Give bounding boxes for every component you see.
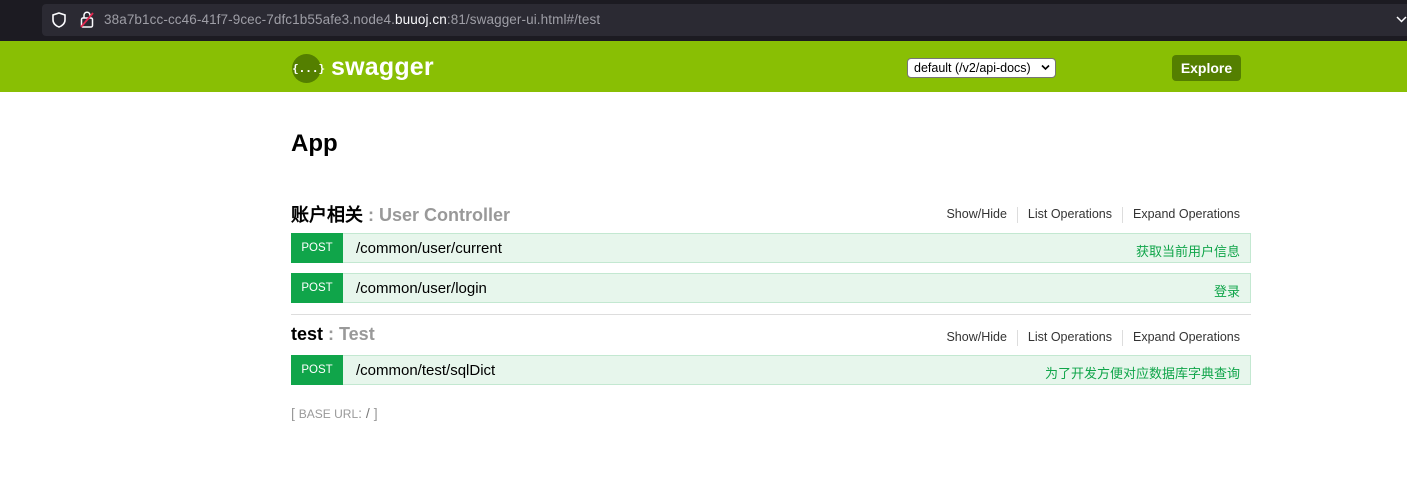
bracket-close: ] [369, 405, 378, 421]
show-hide-link[interactable]: Show/Hide [946, 207, 1006, 221]
operation-row[interactable]: POST /common/user/current 获取当前用户信息 [291, 233, 1251, 263]
page-title: App [291, 130, 338, 157]
resource-separator: : [323, 324, 340, 344]
resource-name: 账户相关 [291, 205, 363, 225]
resource-links: Show/Hide List Operations Expand Operation… [946, 330, 1240, 346]
insecure-lock-icon[interactable] [80, 11, 94, 28]
link-divider [1016, 330, 1018, 346]
browser-toolbar: 38a7b1cc-cc46-41f7-9cec-7dfc1b55afe3.nod… [0, 0, 1407, 41]
base-url-info: [ BASE URL: / ] [291, 405, 378, 421]
url-suffix: :81/swagger-ui.html#/test [446, 12, 601, 27]
resource-divider [291, 314, 1251, 315]
dropdown-arrow-icon [1041, 64, 1050, 71]
list-operations-link[interactable]: List Operations [1028, 330, 1112, 344]
resource-header-test: test : Test Show/Hide List Operations Expa… [291, 324, 1251, 348]
url-host: buuoj.cn [395, 12, 447, 27]
chevron-down-icon[interactable] [1396, 14, 1407, 24]
resource-header-user-controller: 账户相关 : User Controller Show/Hide List Ope… [291, 201, 1251, 225]
base-url-colon: : [358, 405, 366, 421]
swagger-logo-text[interactable]: swagger [331, 53, 434, 82]
http-method-badge[interactable]: POST [291, 233, 343, 263]
operation-path[interactable]: /common/user/current [356, 240, 502, 257]
operation-summary[interactable]: 为了开发方便对应数据库字典查询 [1045, 363, 1240, 382]
operation-row[interactable]: POST /common/user/login 登录 [291, 273, 1251, 303]
operation-summary[interactable]: 登录 [1214, 281, 1240, 300]
url-prefix: 38a7b1cc-cc46-41f7-9cec-7dfc1b55afe3.nod… [104, 12, 396, 27]
link-divider [1121, 207, 1123, 223]
api-spec-select[interactable]: default (/v2/api-docs) [907, 58, 1056, 78]
shield-icon[interactable] [52, 12, 66, 28]
resource-description: User Controller [379, 205, 511, 225]
resource-title[interactable]: 账户相关 : User Controller [291, 201, 510, 227]
link-divider [1121, 330, 1123, 346]
http-method-badge[interactable]: POST [291, 355, 343, 385]
show-hide-link[interactable]: Show/Hide [946, 330, 1006, 344]
base-url-label: BASE URL [298, 407, 359, 421]
list-operations-link[interactable]: List Operations [1028, 207, 1112, 221]
operation-path[interactable]: /common/user/login [356, 280, 487, 297]
operation-summary[interactable]: 获取当前用户信息 [1136, 241, 1240, 260]
http-method-badge[interactable]: POST [291, 273, 343, 303]
operation-row[interactable]: POST /common/test/sqlDict 为了开发方便对应数据库字典查… [291, 355, 1251, 385]
swagger-logo-icon[interactable]: {...} [292, 54, 325, 83]
link-divider [1016, 207, 1018, 223]
resource-description: Test [339, 324, 375, 344]
expand-operations-link[interactable]: Expand Operations [1133, 330, 1240, 344]
expand-operations-link[interactable]: Expand Operations [1133, 207, 1240, 221]
resource-links: Show/Hide List Operations Expand Operation… [946, 207, 1240, 223]
api-spec-select-value: default (/v2/api-docs) [914, 61, 1031, 75]
url-text[interactable]: 38a7b1cc-cc46-41f7-9cec-7dfc1b55afe3.nod… [104, 12, 600, 27]
bracket-open: [ [291, 405, 299, 421]
resource-separator: : [363, 205, 379, 225]
explore-button[interactable]: Explore [1172, 55, 1241, 81]
resource-title[interactable]: test : Test [291, 324, 375, 345]
operation-path[interactable]: /common/test/sqlDict [356, 362, 495, 379]
resource-name: test [291, 324, 324, 344]
